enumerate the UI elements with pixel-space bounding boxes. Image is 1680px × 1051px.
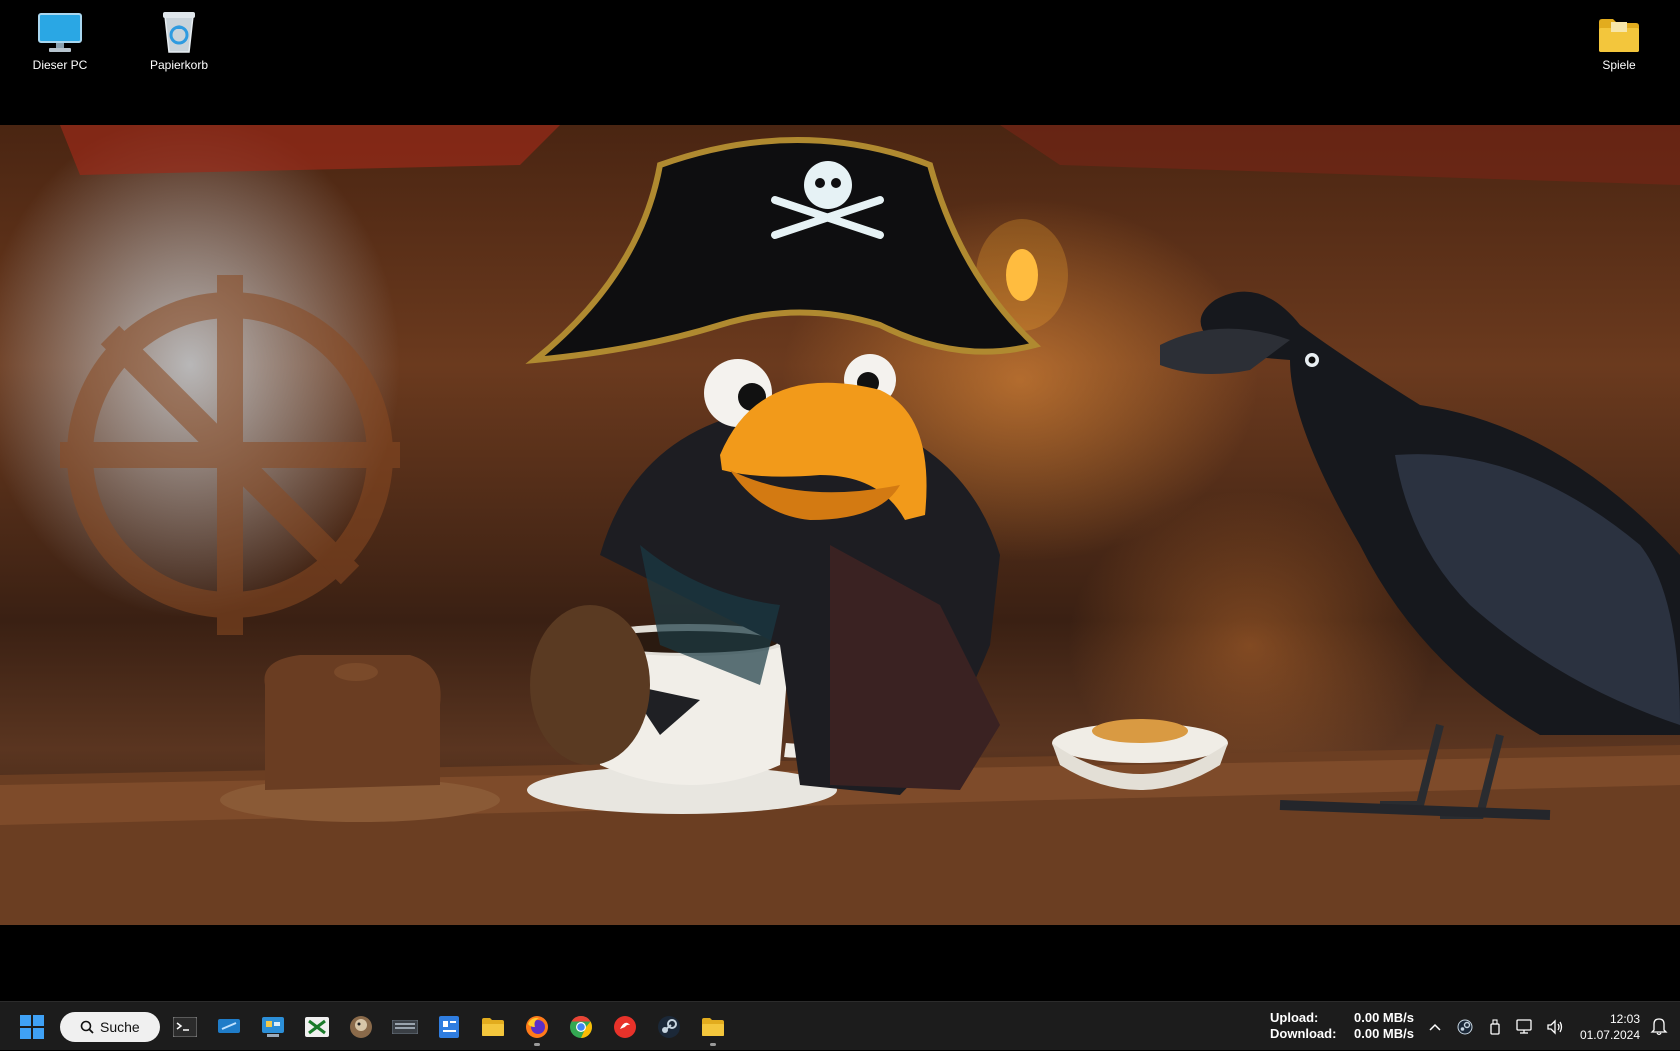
show-hidden-icons-chevron-icon[interactable] xyxy=(1425,1017,1445,1037)
folder-icon xyxy=(702,1017,724,1036)
taskbar-app-remote-desktop[interactable] xyxy=(210,1007,248,1047)
taskbar-clock[interactable]: 12:03 01.07.2024 xyxy=(1580,1011,1640,1043)
usb-drive-icon[interactable] xyxy=(1485,1017,1505,1037)
clock-time: 12:03 xyxy=(1609,1012,1640,1026)
taskbar-apps-area: Suche xyxy=(16,1002,732,1051)
id-card-icon xyxy=(439,1015,459,1038)
running-indicator xyxy=(710,1042,716,1046)
this-pc-monitor-icon xyxy=(36,6,84,54)
desktop: Dieser PC Papierkorb Spiele xyxy=(0,0,1680,1001)
taskbar-app-keyboard[interactable] xyxy=(386,1007,424,1047)
desktop-icon-label: Dieser PC xyxy=(32,58,88,72)
chrome-icon xyxy=(570,1015,592,1038)
wallpaper-image xyxy=(0,125,1680,925)
start-button[interactable] xyxy=(16,1011,48,1043)
desktop-icon-recycle-bin[interactable]: Papierkorb xyxy=(134,6,224,76)
taskbar-app-steam[interactable] xyxy=(650,1007,688,1047)
taskbar-app-id[interactable] xyxy=(430,1007,468,1047)
folder-icon xyxy=(482,1017,504,1036)
upload-label: Upload: xyxy=(1270,1010,1319,1025)
steam-icon xyxy=(658,1015,680,1038)
desktop-icon-spiele[interactable]: Spiele xyxy=(1574,6,1664,76)
search-label: Suche xyxy=(100,1018,140,1035)
system-tray xyxy=(1425,1002,1565,1051)
network-icon[interactable] xyxy=(1515,1017,1535,1037)
steam-tray-icon[interactable] xyxy=(1455,1017,1475,1037)
taskbar-app-chrome[interactable] xyxy=(562,1007,600,1047)
running-indicator xyxy=(534,1042,540,1046)
taskbar-app-xnview[interactable] xyxy=(298,1007,336,1047)
volume-icon[interactable] xyxy=(1545,1017,1565,1037)
red-app-icon xyxy=(614,1015,636,1038)
xnview-icon xyxy=(305,1016,329,1037)
download-value: 0.00 MB/s xyxy=(1354,1026,1414,1041)
notification-bell-icon[interactable] xyxy=(1650,1016,1670,1036)
desktop-icon-this-pc[interactable]: Dieser PC xyxy=(15,6,105,76)
firefox-icon xyxy=(526,1015,548,1038)
taskbar: Suche Upload: 0.00 MB/s Download: 0.00 M… xyxy=(0,1001,1680,1050)
download-label: Download: xyxy=(1270,1026,1337,1041)
taskbar-app-firefox[interactable] xyxy=(518,1007,556,1047)
upload-value: 0.00 MB/s xyxy=(1354,1010,1414,1025)
taskbar-app-control-panel[interactable] xyxy=(254,1007,292,1047)
remote-desktop-icon xyxy=(218,1018,240,1033)
taskbar-app-file-explorer-open[interactable] xyxy=(694,1007,732,1047)
taskbar-app-red-app[interactable] xyxy=(606,1007,644,1047)
desktop-icon-label: Papierkorb xyxy=(149,58,209,72)
taskbar-app-gimp[interactable] xyxy=(342,1007,380,1047)
taskbar-app-file-explorer[interactable] xyxy=(474,1007,512,1047)
network-speed-widget: Upload: 0.00 MB/s Download: 0.00 MB/s xyxy=(1270,1010,1414,1042)
clock-date: 01.07.2024 xyxy=(1579,1028,1640,1042)
taskbar-search[interactable]: Suche xyxy=(60,1011,160,1042)
control-panel-icon xyxy=(262,1016,284,1037)
keyboard-icon xyxy=(392,1019,418,1034)
taskbar-app-terminal[interactable] xyxy=(166,1007,204,1047)
gimp-icon xyxy=(350,1015,372,1038)
search-icon xyxy=(80,1020,94,1034)
windows-logo-icon xyxy=(20,1014,44,1039)
desktop-icon-label: Spiele xyxy=(1602,58,1636,72)
terminal-icon xyxy=(173,1016,197,1037)
recycle-bin-icon xyxy=(155,6,203,54)
folder-icon xyxy=(1595,6,1643,54)
